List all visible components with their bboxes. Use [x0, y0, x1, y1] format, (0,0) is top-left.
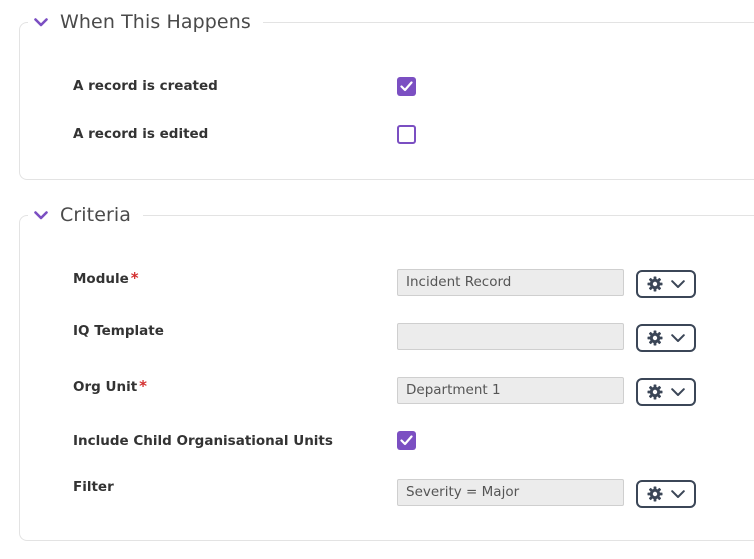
gear-icon — [647, 276, 663, 292]
section-title: Criteria — [60, 204, 132, 226]
gear-icon — [647, 384, 663, 400]
criteria-section: Criteria Module * Incident Record IQ Temp… — [19, 201, 754, 541]
iq-template-field[interactable] — [397, 323, 624, 350]
section-title: When This Happens — [60, 11, 251, 33]
when-this-happens-header[interactable]: When This Happens — [28, 8, 263, 36]
required-marker: * — [139, 377, 148, 395]
record-edited-checkbox[interactable] — [397, 125, 416, 144]
filter-field[interactable]: Severity = Major — [397, 479, 624, 506]
chevron-down-icon — [671, 387, 685, 397]
include-child-units-label: Include Child Organisational Units — [73, 433, 333, 449]
include-child-units-checkbox[interactable] — [397, 431, 416, 450]
org-unit-options-button[interactable] — [636, 378, 696, 406]
filter-options-button[interactable] — [636, 480, 696, 508]
module-field[interactable]: Incident Record — [397, 269, 624, 296]
org-unit-label: Org Unit * — [73, 377, 147, 395]
chevron-down-icon[interactable] — [32, 206, 50, 224]
criteria-header[interactable]: Criteria — [28, 201, 144, 229]
chevron-down-icon — [671, 489, 685, 499]
org-unit-field[interactable]: Department 1 — [397, 377, 624, 404]
gear-icon — [647, 486, 663, 502]
record-edited-label: A record is edited — [73, 126, 209, 142]
iq-template-label: IQ Template — [73, 323, 164, 339]
chevron-down-icon — [671, 279, 685, 289]
chevron-down-icon[interactable] — [32, 13, 50, 31]
check-icon — [400, 435, 413, 446]
chevron-down-icon — [671, 333, 685, 343]
filter-label: Filter — [73, 479, 114, 495]
check-icon — [400, 81, 413, 92]
when-this-happens-section: When This Happens A record is created A … — [19, 8, 754, 180]
module-label-text: Module — [73, 271, 129, 287]
module-label: Module * — [73, 269, 139, 287]
record-created-checkbox[interactable] — [397, 77, 416, 96]
gear-icon — [647, 330, 663, 346]
iq-template-options-button[interactable] — [636, 324, 696, 352]
org-unit-label-text: Org Unit — [73, 379, 138, 395]
record-created-label: A record is created — [73, 78, 218, 94]
required-marker: * — [130, 269, 139, 287]
module-options-button[interactable] — [636, 270, 696, 298]
